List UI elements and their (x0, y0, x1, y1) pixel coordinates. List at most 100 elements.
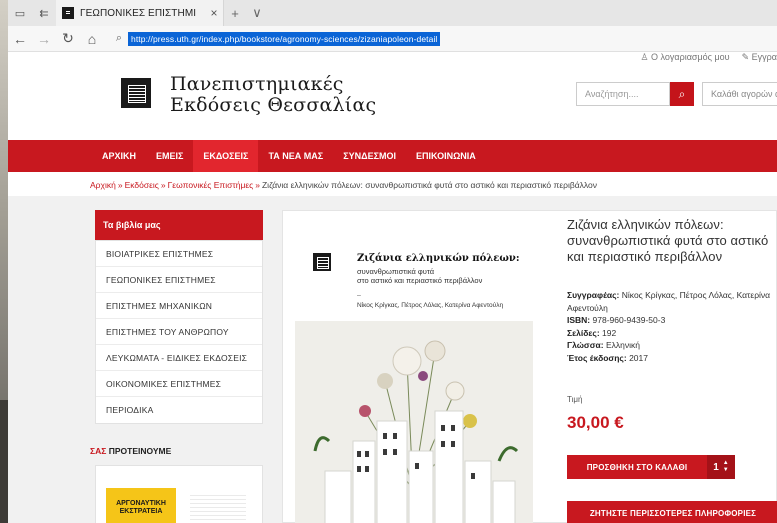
isbn-value: 978-960-9439-50-3 (592, 315, 666, 325)
price-value: 30,00 € (567, 413, 624, 432)
menu-item[interactable]: ΣΥΝΔΕΣΜΟΙ (333, 140, 406, 172)
user-icon: ♙ (640, 52, 649, 62)
tab-close-icon[interactable]: × (205, 6, 223, 20)
sidebar: Τα βιβλία μας ΒΙΟΙΑΤΡΙΚΕΣ ΕΠΙΣΤΗΜΕΣ ΓΕΩΠΟ… (95, 210, 263, 424)
suggested-book[interactable]: ΑΡΓΟΝΑΥΤΙΚΗ ΕΚΣΤΡΑΤΕΙΑ (95, 465, 263, 523)
publisher-logo-icon[interactable] (121, 78, 151, 108)
main-menu: ΑΡΧΙΚΗ ΕΜΕΙΣ ΕΚΔΟΣΕΙΣ ΤΑ ΝΕΑ ΜΑΣ ΣΥΝΔΕΣΜΟΙ ΕΠ… (8, 140, 777, 172)
cart-summary[interactable]: Καλάθι αγορών άδ (702, 82, 777, 106)
publisher-logo-text[interactable]: Πανεπιστημιακές Εκδόσεις Θεσσαλίας (170, 74, 376, 116)
chevron-up-icon[interactable]: ▲ (723, 460, 729, 467)
back-arrow-icon[interactable]: ← (8, 31, 32, 47)
chevron-down-icon[interactable]: ▼ (723, 467, 729, 474)
tab-list-chevron-icon[interactable]: ∨ (246, 5, 268, 21)
breadcrumb-separator: » (160, 180, 166, 190)
suggestions-title-rest: ΠΡΟΤΕΙΝΟΥΜΕ (108, 446, 172, 456)
breadcrumb-category[interactable]: Γεωπονικές Επιστήμες (168, 180, 254, 190)
product-title: Ζιζάνια ελληνικών πόλεων: συνανθρωπιστικ… (567, 217, 769, 264)
account-links: ♙ Ο λογαριασμός μου ✎ Εγγρα (640, 52, 777, 63)
authors-row: Συγγραφέας: Νίκος Κρίγκας, Πέτρος Λόλας,… (567, 289, 777, 314)
sidebar-category-item[interactable]: ΠΕΡΙΟΔΙΚΑ (96, 397, 262, 423)
search-button[interactable]: ⌕ (670, 82, 694, 106)
menu-item[interactable]: ΤΑ ΝΕΑ ΜΑΣ (258, 140, 333, 172)
sidebar-category-item[interactable]: ΛΕΥΚΩΜΑΤΑ - ΕΙΔΙΚΕΣ ΕΚΔΟΣΕΙΣ (96, 345, 262, 371)
quantity-arrows[interactable]: ▲ ▼ (723, 460, 729, 474)
cover-dash: – (357, 292, 361, 299)
suggestions-title-highlight: ΣΑΣ (90, 446, 107, 456)
breadcrumb-separator: » (117, 180, 123, 190)
sidebar-category-item[interactable]: ΒΙΟΙΑΤΡΙΚΕΣ ΕΠΙΣΤΗΜΕΣ (96, 241, 262, 267)
navigation-bar: ← → ↻ ⌂ ⌕ http://press.uth.gr/index.php/… (8, 26, 777, 52)
menu-item[interactable]: ΕΚΔΟΣΕΙΣ (193, 140, 259, 172)
request-info-button[interactable]: ΖΗΤΗΣΤΕ ΠΕΡΙΣΣΟΤΕΡΕΣ ΠΛΗΡΟΦΟΡΙΕΣ (567, 501, 777, 523)
pages-row: Σελίδες: 192 (567, 327, 777, 340)
cover-subtitle-line-2: στο αστικό και περιαστικό περιβάλλον (357, 276, 483, 285)
forward-arrow-icon[interactable]: → (32, 31, 56, 47)
language-row: Γλώσσα: Ελληνική (567, 339, 777, 352)
suggested-book-cover: ΑΡΓΟΝΑΥΤΙΚΗ ΕΚΣΤΡΑΤΕΙΑ (106, 488, 176, 523)
account-link[interactable]: ♙ Ο λογαριασμός μου (640, 52, 729, 63)
breadcrumb-home[interactable]: Αρχική (90, 180, 116, 190)
year-value: 2017 (629, 352, 648, 363)
refresh-icon[interactable]: ↻ (56, 30, 80, 47)
browser-window: ▭ ⇇ ΓΕΩΠΟΝΙΚΕΣ ΕΠΙΣΤΗΜΙ × + ∨ ← → ↻ ⌂ ⌕ … (8, 0, 777, 523)
menu-item[interactable]: ΑΡΧΙΚΗ (92, 140, 146, 172)
cover-publisher-logo-icon (313, 253, 331, 271)
suggested-book-cover-back (190, 492, 246, 522)
sidebar-category-item[interactable]: ΕΠΙΣΤΗΜΕΣ ΜΗΧΑΝΙΚΩΝ (96, 293, 262, 319)
tab-title: ΓΕΩΠΟΝΙΚΕΣ ΕΠΙΣΤΗΜΙ (80, 7, 197, 19)
add-to-cart-button[interactable]: ΠΡΟΣΘΗΚΗ ΣΤΟ ΚΑΛΑΘΙ (567, 455, 707, 479)
language-label: Γλώσσα: (567, 340, 604, 350)
cover-title: Ζιζάνια ελληνικών πόλεων: (357, 253, 520, 264)
year-label: Έτος έκδοσης: (567, 352, 627, 363)
logo-line-2: Εκδόσεις Θεσσαλίας (170, 94, 377, 116)
suggestions-title: ΣΑΣ ΠΡΟΤΕΙΝΟΥΜΕ (90, 446, 171, 456)
quantity-value: 1 (713, 461, 719, 473)
background-photo-edge-dark (0, 400, 8, 523)
url-text[interactable]: http://press.uth.gr/index.php/bookstore/… (128, 31, 441, 46)
cover-illustration (295, 321, 533, 523)
home-icon[interactable]: ⌂ (80, 31, 104, 47)
search-input[interactable]: Αναζήτηση.... (576, 82, 670, 106)
sidebar-category-item[interactable]: ΟΙΚΟΝΟΜΙΚΕΣ ΕΠΙΣΤΗΜΕΣ (96, 371, 262, 397)
pencil-icon: ✎ (741, 52, 750, 62)
menu-item[interactable]: ΕΠΙΚΟΙΝΩΝΙΑ (406, 140, 486, 172)
quantity-stepper[interactable]: 1 ▲ ▼ (707, 455, 735, 479)
logo-line-1: Πανεπιστημιακές (170, 73, 344, 95)
page-icon: ⌕ (115, 32, 123, 44)
search-icon: ⌕ (678, 86, 686, 101)
account-link-label: Ο λογαριασμός μου (651, 52, 730, 62)
breadcrumb-publications[interactable]: Εκδόσεις (125, 180, 159, 190)
tab-preview-icon[interactable]: ▭ (8, 0, 32, 26)
address-bar[interactable]: ⌕ http://press.uth.gr/index.php/bookstor… (110, 29, 777, 49)
cover-subtitle-line-1: συνανθρωπιστικά φυτά (357, 267, 435, 276)
site-header: ♙ Ο λογαριασμός μου ✎ Εγγρα Πανεπιστημια… (8, 52, 777, 140)
price-label: Τιμή (567, 395, 583, 404)
breadcrumb: Αρχική» Εκδόσεις» Γεωπονικές Επιστήμες» Ζιζ… (90, 180, 597, 190)
sidebar-title: Τα βιβλία μας (95, 210, 263, 240)
language-value: Ελληνική (605, 340, 640, 350)
product-info: Ζιζάνια ελληνικών πόλεων: συνανθρωπιστικ… (567, 217, 777, 364)
active-tab[interactable]: ΓΕΩΠΟΝΙΚΕΣ ΕΠΙΣΤΗΜΙ × (56, 0, 224, 26)
tab-strip: ▭ ⇇ ΓΕΩΠΟΝΙΚΕΣ ΕΠΙΣΤΗΜΙ × + ∨ (8, 0, 777, 26)
site-favicon-icon (62, 7, 74, 19)
isbn-label: ISBN: (567, 315, 591, 325)
new-tab-icon[interactable]: + (224, 6, 246, 21)
register-link-label: Εγγρα (751, 52, 777, 62)
register-link[interactable]: ✎ Εγγρα (742, 52, 777, 63)
product-details: Συγγραφέας: Νίκος Κρίγκας, Πέτρος Λόλας,… (567, 289, 777, 364)
sidebar-category-item[interactable]: ΓΕΩΠΟΝΙΚΕΣ ΕΠΙΣΤΗΜΕΣ (96, 267, 262, 293)
cover-subtitle: συνανθρωπιστικά φυτά στο αστικό και περι… (357, 267, 507, 285)
pages-value: 192 (602, 327, 617, 338)
city-plants-illustration (295, 321, 533, 523)
product-card: Ζιζάνια ελληνικών πόλεων: συνανθρωπιστικ… (282, 210, 777, 523)
menu-item[interactable]: ΕΜΕΙΣ (146, 140, 193, 172)
pages-label: Σελίδες: (567, 327, 600, 338)
isbn-row: ISBN: 978-960-9439-50-3 (567, 314, 777, 327)
book-cover-image: Ζιζάνια ελληνικών πόλεων: συνανθρωπιστικ… (295, 229, 533, 523)
tab-set-aside-icon[interactable]: ⇇ (32, 0, 56, 26)
sidebar-category-item[interactable]: ΕΠΙΣΤΗΜΕΣ ΤΟΥ ΑΝΘΡΩΠΟΥ (96, 319, 262, 345)
category-list: ΒΙΟΙΑΤΡΙΚΕΣ ΕΠΙΣΤΗΜΕΣ ΓΕΩΠΟΝΙΚΕΣ ΕΠΙΣΤΗΜΕ… (95, 240, 263, 424)
cover-authors: Νίκος Κρίγκας, Πέτρος Λόλας, Κατερίνα Αφ… (357, 302, 504, 309)
breadcrumb-current: Ζιζάνια ελληνικών πόλεων: συνανθρωπιστικ… (261, 180, 597, 190)
